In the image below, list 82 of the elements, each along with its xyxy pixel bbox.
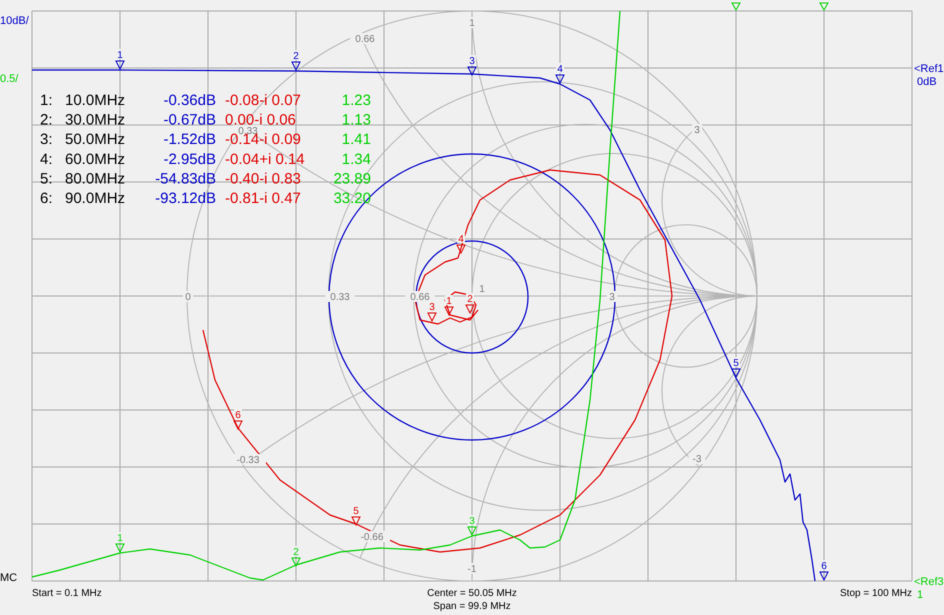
marker-swr: 1.23 bbox=[342, 92, 371, 109]
marker-icon bbox=[819, 572, 829, 582]
marker-label: 4 bbox=[557, 64, 563, 75]
reference-value: 1 bbox=[917, 589, 924, 601]
marker-icon bbox=[456, 244, 466, 254]
smith-scale-label: 0 bbox=[185, 292, 191, 303]
marker-frequency: 90.0MHz bbox=[65, 190, 126, 207]
marker-swr: 1.41 bbox=[342, 131, 371, 148]
marker-label: 6 bbox=[821, 561, 827, 572]
marker-swr: 1.13 bbox=[342, 112, 371, 129]
smith-scale-label: 1 bbox=[469, 18, 475, 29]
marker-frequency: 50.0MHz bbox=[65, 131, 126, 148]
marker-icon bbox=[233, 420, 243, 430]
marker-index: 4: bbox=[40, 150, 53, 168]
format-label: MC bbox=[0, 572, 18, 584]
marker-icon bbox=[115, 544, 125, 554]
marker-label: 3 bbox=[469, 516, 475, 527]
marker-icon bbox=[731, 2, 741, 11]
marker-log-magnitude: -0.67dB bbox=[163, 112, 216, 129]
smith-scale-label: 0.33 bbox=[330, 292, 350, 303]
marker-impedance: -0.04+i 0.14 bbox=[225, 150, 305, 168]
marker-swr: 1.34 bbox=[342, 150, 371, 168]
marker-icon bbox=[467, 526, 477, 536]
smith-scale-label: 0.66 bbox=[355, 34, 375, 45]
smith-scale-label: -3 bbox=[692, 454, 702, 465]
marker-icon bbox=[555, 74, 565, 84]
marker-index: 6: bbox=[40, 190, 53, 207]
marker-frequency: 10.0MHz bbox=[65, 92, 126, 109]
reference-label: <Ref3 bbox=[914, 576, 944, 588]
marker-impedance: -0.08-i 0.07 bbox=[225, 92, 301, 109]
scale-label: 0.5/ bbox=[0, 73, 18, 85]
marker-label: 1 bbox=[117, 50, 123, 61]
marker-swr: 23.89 bbox=[333, 170, 371, 188]
marker-label: 3 bbox=[469, 56, 475, 67]
scale-label: 10dB/ bbox=[0, 15, 29, 27]
smith-scale-label: 3 bbox=[609, 292, 615, 303]
marker-index: 2: bbox=[40, 112, 53, 129]
marker-icon bbox=[465, 304, 475, 314]
marker-label: 1 bbox=[117, 533, 123, 544]
center-frequency: Center = 50.05 MHz bbox=[427, 588, 517, 599]
marker-label: 6 bbox=[235, 410, 241, 421]
marker-log-magnitude: -93.12dB bbox=[155, 190, 216, 207]
marker-label: 5 bbox=[733, 358, 739, 369]
marker-index: 5: bbox=[40, 170, 53, 188]
marker-icon bbox=[351, 516, 361, 526]
marker-label: 2 bbox=[293, 51, 299, 62]
marker-icon bbox=[291, 62, 301, 72]
reference-value: 0dB bbox=[917, 76, 937, 88]
marker-icon bbox=[444, 306, 454, 316]
smith-scale-label: -0.33 bbox=[236, 455, 260, 466]
marker-icon bbox=[115, 60, 125, 70]
marker-icon bbox=[427, 312, 437, 322]
marker-index: 3: bbox=[40, 131, 53, 148]
stop-frequency: Stop = 100 MHz bbox=[840, 588, 912, 599]
marker-impedance: -0.81-i 0.47 bbox=[225, 190, 301, 207]
marker-label: 4 bbox=[458, 234, 464, 245]
marker-log-magnitude: -0.36dB bbox=[163, 92, 216, 109]
marker-label: 1 bbox=[446, 296, 452, 307]
marker-label: 5 bbox=[353, 506, 359, 517]
smith-scale-label: 3 bbox=[694, 125, 700, 136]
marker-log-magnitude: -1.52dB bbox=[163, 131, 216, 148]
smith-scale-label: -1 bbox=[468, 564, 476, 575]
marker-label: 3 bbox=[429, 302, 435, 313]
span-frequency: Span = 99.9 MHz bbox=[433, 601, 511, 612]
marker-icon bbox=[467, 66, 477, 76]
reference-label: <Ref1 bbox=[914, 63, 944, 75]
marker-frequency: 80.0MHz bbox=[65, 170, 126, 188]
marker-impedance: -0.40-i 0.83 bbox=[225, 170, 301, 188]
smith-scale-label: -0.66 bbox=[360, 532, 384, 543]
marker-frequency: 60.0MHz bbox=[65, 150, 126, 168]
marker-label: 2 bbox=[467, 294, 473, 305]
marker-log-magnitude: -2.95dB bbox=[163, 150, 216, 168]
smith-scale-label: 0.66 bbox=[410, 292, 430, 303]
marker-icon bbox=[819, 2, 829, 11]
marker-icon bbox=[731, 368, 741, 378]
marker-log-magnitude: -54.83dB bbox=[155, 170, 216, 188]
marker-icon bbox=[291, 558, 301, 568]
marker-index: 1: bbox=[40, 92, 53, 109]
smith-scale-label: 1 bbox=[479, 284, 485, 295]
start-frequency: Start = 0.1 MHz bbox=[32, 588, 102, 599]
marker-frequency: 30.0MHz bbox=[65, 112, 126, 129]
marker-label: 2 bbox=[293, 547, 299, 558]
